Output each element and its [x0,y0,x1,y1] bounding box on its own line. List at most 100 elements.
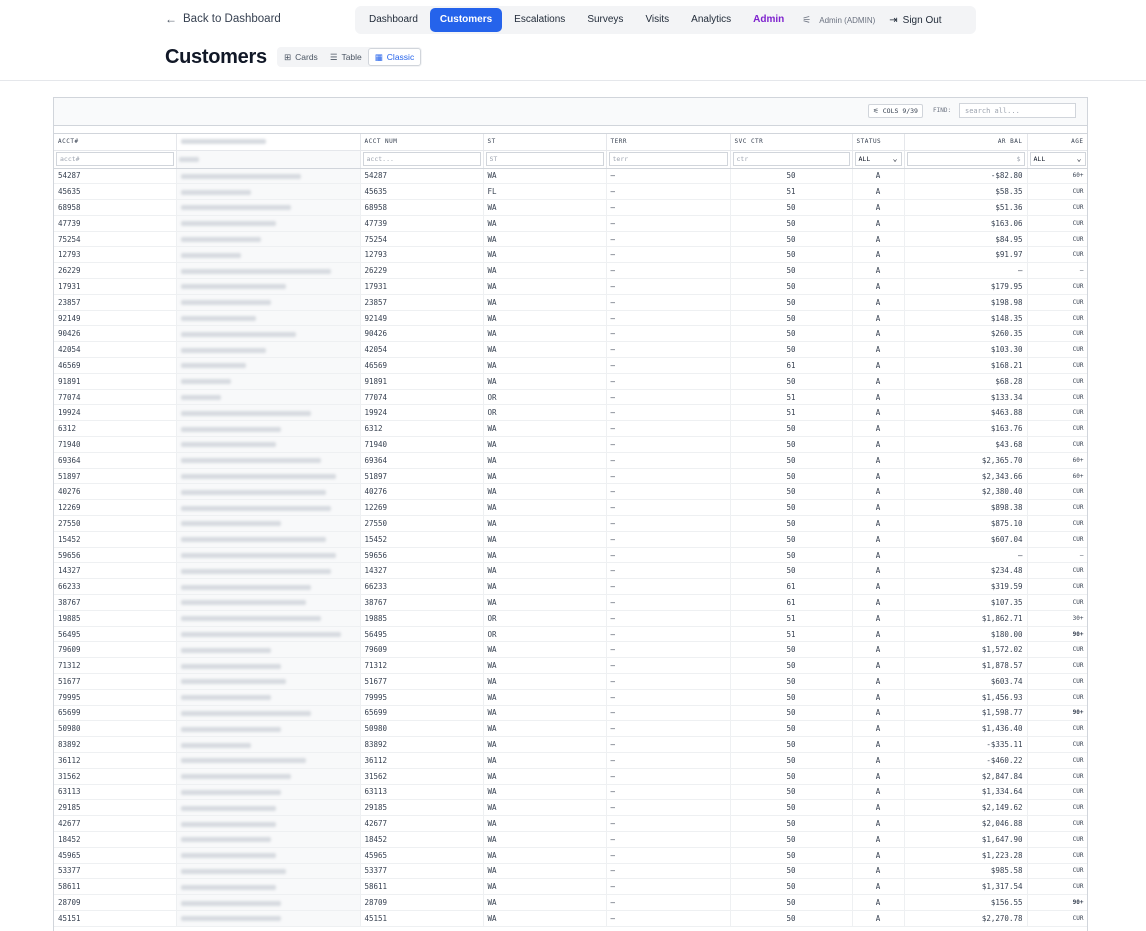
acct-link[interactable]: 91891 [54,373,177,390]
acct-link[interactable]: 53377 [54,863,177,880]
table-row[interactable]: 83892 83892 WA —50 A -$335.11 CUR [54,736,1087,753]
col-header-status[interactable]: STATUS [852,134,905,151]
acct-link[interactable]: 51677 [54,673,177,690]
filter-st-input[interactable] [485,152,604,166]
col-header-name[interactable] [176,134,361,151]
filter-acct-input[interactable] [56,152,174,166]
acct-link[interactable]: 69364 [54,452,177,469]
table-row[interactable]: 42054 42054 WA —50 A $103.30 CUR [54,341,1087,359]
table-row[interactable]: 79609 79609 WA —50 A $1,572.02 CUR [54,641,1087,659]
user-menu[interactable]: ⚟ Admin (ADMIN) [796,15,881,26]
acct-link[interactable]: 75254 [54,231,177,248]
table-row[interactable]: 19885 19885 OR —51 A $1,862.71 30+ [54,610,1087,627]
acct-link[interactable]: 51897 [54,468,177,485]
acct-link[interactable]: 31562 [54,768,177,785]
table-row[interactable]: 77074 77074 OR —51 A $133.34 CUR [54,389,1087,406]
table-row[interactable]: 18452 18452 WA —50 A $1,647.90 CUR [54,831,1087,848]
columns-button[interactable]: ⚟ COLS 9/39 [868,104,923,118]
acct-link[interactable]: 58611 [54,878,177,896]
col-header-st[interactable]: ST [483,134,607,151]
filter-age-select[interactable]: ALL ⌄ [1029,152,1086,166]
acct-link[interactable]: 59656 [54,547,177,564]
find-input[interactable] [959,103,1076,118]
table-row[interactable]: 91891 91891 WA —50 A $68.28 CUR [54,373,1087,390]
acct-link[interactable]: 63113 [54,784,177,801]
table-row[interactable]: 71312 71312 WA —50 A $1,878.57 CUR [54,657,1087,674]
table-row[interactable]: 12269 12269 WA —50 A $898.38 CUR [54,499,1087,517]
acct-link[interactable]: 56495 [54,626,177,643]
table-row[interactable]: 15452 15452 WA —50 A $607.04 CUR [54,531,1087,548]
table-row[interactable]: 36112 36112 WA —50 A -$460.22 CUR [54,752,1087,769]
col-header-svc-ctr[interactable]: SVC CTR [730,134,853,151]
acct-link[interactable]: 29185 [54,799,177,817]
table-row[interactable]: 63113 63113 WA —50 A $1,334.64 CUR [54,784,1087,801]
acct-link[interactable]: 42054 [54,341,177,359]
table-row[interactable]: 45635 45635 FL —51 A $58.35 CUR [54,183,1087,201]
table-row[interactable]: 50980 50980 WA —50 A $1,436.40 CUR [54,720,1087,738]
table-row[interactable]: 45151 45151 WA —50 A $2,270.78 CUR [54,910,1087,927]
filter-status-select[interactable]: ALL ⌄ [854,152,902,166]
acct-link[interactable]: 92149 [54,310,177,327]
col-header-terr[interactable]: TERR [606,134,731,151]
acct-link[interactable]: 15452 [54,531,177,548]
acct-link[interactable]: 12269 [54,499,177,517]
table-row[interactable]: 27550 27550 WA —50 A $875.10 CUR [54,515,1087,532]
table-row[interactable]: 26229 26229 WA —50 A — — [54,262,1087,280]
table-row[interactable]: 42677 42677 WA —50 A $2,046.88 CUR [54,815,1087,832]
table-row[interactable]: 51897 51897 WA —50 A $2,343.66 60+ [54,468,1087,485]
table-row[interactable]: 46569 46569 WA —61 A $168.21 CUR [54,357,1087,374]
acct-link[interactable]: 90426 [54,325,177,343]
acct-link[interactable]: 47739 [54,215,177,232]
table-row[interactable]: 29185 29185 WA —50 A $2,149.62 CUR [54,799,1087,817]
acct-link[interactable]: 23857 [54,294,177,311]
nav-admin[interactable]: Admin [743,8,794,32]
table-row[interactable]: 45965 45965 WA —50 A $1,223.28 CUR [54,847,1087,864]
acct-link[interactable]: 42677 [54,815,177,832]
table-row[interactable]: 23857 23857 WA —50 A $198.98 CUR [54,294,1087,311]
col-header-acct-num[interactable]: ACCT NUM [360,134,484,151]
table-row[interactable]: 71940 71940 WA —50 A $43.68 CUR [54,436,1087,453]
view-classic-button[interactable]: ▦ Classic [367,48,422,66]
table-row[interactable]: 56495 56495 OR —51 A $180.00 90+ [54,626,1087,643]
sign-out-button[interactable]: ⇥ Sign Out [883,15,947,26]
table-row[interactable]: 68958 68958 WA —50 A $51.36 CUR [54,199,1087,216]
acct-link[interactable]: 19885 [54,610,177,627]
acct-link[interactable]: 71312 [54,657,177,674]
view-cards-button[interactable]: ⊞ Cards [278,48,324,66]
acct-link[interactable]: 19924 [54,404,177,422]
acct-link[interactable]: 79609 [54,641,177,659]
acct-link[interactable]: 71940 [54,436,177,453]
table-row[interactable]: 12793 12793 WA —50 A $91.97 CUR [54,246,1087,264]
table-row[interactable]: 53377 53377 WA —50 A $985.58 CUR [54,863,1087,880]
table-row[interactable]: 28709 28709 WA —50 A $156.55 90+ [54,894,1087,911]
acct-link[interactable]: 45965 [54,847,177,864]
table-row[interactable]: 51677 51677 WA —50 A $603.74 CUR [54,673,1087,690]
acct-link[interactable]: 26229 [54,262,177,280]
acct-link[interactable]: 45635 [54,183,177,201]
table-row[interactable]: 47739 47739 WA —50 A $163.06 CUR [54,215,1087,232]
acct-link[interactable]: 68958 [54,199,177,216]
table-row[interactable]: 65699 65699 WA —50 A $1,598.77 90+ [54,705,1087,722]
col-header-acct[interactable]: ACCT# [54,134,177,151]
acct-link[interactable]: 36112 [54,752,177,769]
table-row[interactable]: 58611 58611 WA —50 A $1,317.54 CUR [54,878,1087,896]
acct-link[interactable]: 83892 [54,736,177,753]
acct-link[interactable]: 12793 [54,246,177,264]
filter-ar-bal-input[interactable] [906,152,1025,166]
acct-link[interactable]: 17931 [54,278,177,295]
acct-link[interactable]: 14327 [54,562,177,580]
table-row[interactable]: 6312 6312 WA —50 A $163.76 CUR [54,420,1087,438]
acct-link[interactable]: 45151 [54,910,177,927]
table-row[interactable]: 17931 17931 WA —50 A $179.95 CUR [54,278,1087,295]
view-table-button[interactable]: ☰ Table [324,48,368,66]
filter-acct-num-input[interactable] [362,152,481,166]
table-row[interactable]: 79995 79995 WA —50 A $1,456.93 CUR [54,689,1087,706]
acct-link[interactable]: 38767 [54,594,177,611]
table-row[interactable]: 90426 90426 WA —50 A $260.35 CUR [54,325,1087,343]
acct-link[interactable]: 40276 [54,483,177,501]
acct-link[interactable]: 6312 [54,420,177,438]
nav-escalations[interactable]: Escalations [504,8,575,32]
acct-link[interactable]: 46569 [54,357,177,374]
table-row[interactable]: 75254 75254 WA —50 A $84.95 CUR [54,231,1087,248]
acct-link[interactable]: 50980 [54,720,177,738]
